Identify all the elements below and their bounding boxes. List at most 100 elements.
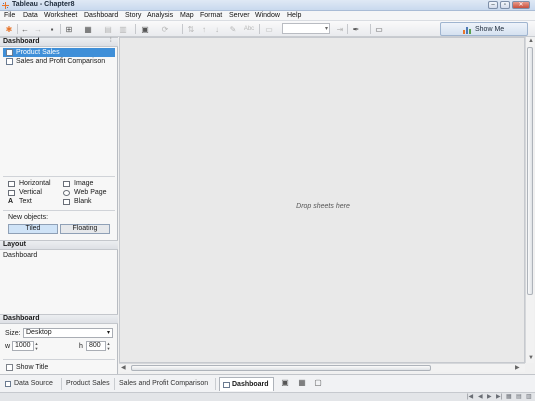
- show-title-checkbox[interactable]: [6, 364, 13, 371]
- sort-ascending-icon[interactable]: ↑: [199, 24, 209, 34]
- minimize-icon: –: [491, 2, 495, 8]
- forward-icon[interactable]: →: [33, 24, 43, 34]
- fix-axes-icon[interactable]: ⇥: [335, 24, 345, 34]
- back-icon[interactable]: ←: [20, 24, 30, 34]
- close-button[interactable]: ✕: [512, 1, 530, 9]
- object-label: Text: [19, 198, 32, 205]
- scroll-down-icon[interactable]: ▼: [528, 355, 534, 361]
- toolbar: ✱ ← → ▪ ⊞ ▦ ▤ ▥ ▣ ⟳ ⇅ ↑ ↓ ✎ Abc ▭ ▾ ⇥ ✒ …: [0, 21, 535, 37]
- restore-button[interactable]: ▫: [500, 1, 510, 9]
- dashboard-size-header: Dashboard: [0, 314, 118, 324]
- object-blank[interactable]: Blank: [63, 198, 92, 205]
- size-dropdown[interactable]: Desktop ▾: [23, 328, 113, 338]
- tabs-view-icon[interactable]: ▤: [516, 393, 522, 400]
- labels-icon[interactable]: Abc: [244, 24, 254, 34]
- next-sheet-icon[interactable]: ▶: [487, 393, 492, 400]
- panel-menu-icon[interactable]: ⁞: [110, 38, 112, 44]
- height-spinner-icon[interactable]: ▲ ▼: [106, 341, 111, 351]
- save-icon[interactable]: ▪: [47, 24, 57, 34]
- width-label: w: [5, 343, 11, 350]
- menu-data[interactable]: Data: [23, 12, 38, 19]
- tableau-start-icon[interactable]: ✱: [4, 24, 14, 34]
- dashboard-side-panel: Dashboard ⁞ Product Sales Sales and Prof…: [0, 37, 118, 374]
- sheet-item-sales-and-profit[interactable]: Sales and Profit Comparison: [3, 57, 115, 66]
- tab-dashboard-1[interactable]: Dashboard 1: [219, 377, 274, 401]
- layout-section-header: Layout: [0, 240, 118, 250]
- layout-item-dashboard[interactable]: Dashboard: [3, 252, 37, 259]
- duplicate-sheet-icon[interactable]: ▤: [103, 24, 113, 34]
- width-field[interactable]: 1000: [12, 341, 34, 351]
- presentation-mode-icon[interactable]: ▭: [374, 24, 384, 34]
- menu-worksheet[interactable]: Worksheet: [44, 12, 77, 19]
- new-worksheet-tab-icon[interactable]: ▣: [280, 377, 290, 387]
- tab-sales-and-profit[interactable]: Sales and Profit Comparison: [119, 377, 208, 391]
- bar-chart-icon: [463, 27, 471, 34]
- tiled-toggle[interactable]: Tiled: [8, 224, 58, 234]
- object-web-page[interactable]: Web Page: [63, 189, 107, 196]
- grid-view-icon[interactable]: ▥: [526, 393, 532, 400]
- new-worksheet-icon[interactable]: ▦: [83, 24, 93, 34]
- dashboard-canvas[interactable]: Drop sheets here: [119, 37, 525, 363]
- image-icon: [63, 181, 70, 187]
- fit-dropdown[interactable]: ▾: [282, 23, 330, 34]
- tab-label: Data Source: [14, 380, 53, 387]
- text-icon: A: [8, 198, 14, 205]
- horizontal-scrollbar[interactable]: ◀ ▶: [119, 363, 525, 372]
- horizontal-scroll-thumb[interactable]: [131, 365, 431, 371]
- object-text[interactable]: A Text: [8, 198, 32, 205]
- web-page-icon: [63, 190, 70, 196]
- menu-map[interactable]: Map: [180, 12, 194, 19]
- highlight-icon[interactable]: ✎: [228, 24, 238, 34]
- show-title-label: Show Title: [16, 364, 49, 371]
- dashboard-section-header: Dashboard: [0, 37, 118, 47]
- previous-sheet-icon[interactable]: ◀: [478, 393, 483, 400]
- title-bar: Tableau - Chapter8 – ▫ ✕: [0, 0, 535, 11]
- menu-window[interactable]: Window: [255, 12, 280, 19]
- window-title: Tableau - Chapter8: [12, 1, 75, 8]
- horizontal-container-icon: [8, 181, 15, 187]
- film-strip-icon[interactable]: ▦: [506, 393, 512, 400]
- menu-analysis[interactable]: Analysis: [147, 12, 173, 19]
- height-label: h: [79, 343, 83, 350]
- menu-dashboard[interactable]: Dashboard: [84, 12, 118, 19]
- menu-server[interactable]: Server: [229, 12, 250, 19]
- last-sheet-icon[interactable]: ▶|: [496, 393, 502, 400]
- show-me-button[interactable]: Show Me: [440, 22, 528, 36]
- swap-icon[interactable]: ⇅: [186, 24, 196, 34]
- width-spinner-icon[interactable]: ▲ ▼: [34, 341, 39, 351]
- scroll-up-icon[interactable]: ▲: [528, 38, 534, 44]
- scroll-right-icon[interactable]: ▶: [515, 364, 520, 371]
- close-icon: ✕: [518, 2, 524, 8]
- menu-file[interactable]: File: [4, 12, 15, 19]
- sort-descending-icon[interactable]: ↓: [212, 24, 222, 34]
- tab-data-source[interactable]: Data Source: [4, 377, 53, 391]
- menu-story[interactable]: Story: [125, 12, 141, 19]
- new-dashboard-tab-icon[interactable]: ▦: [297, 377, 307, 387]
- worksheet-icon: [6, 49, 13, 56]
- format-pen-icon[interactable]: ✒: [351, 24, 361, 34]
- pause-updates-icon[interactable]: ▣: [140, 24, 150, 34]
- blank-icon: [63, 199, 70, 205]
- object-label: Web Page: [74, 189, 107, 196]
- run-update-icon[interactable]: ⟳: [160, 24, 170, 34]
- new-data-source-icon[interactable]: ⊞: [64, 24, 74, 34]
- restore-icon: ▫: [503, 2, 507, 8]
- object-horizontal[interactable]: Horizontal: [8, 180, 51, 187]
- sheet-item-product-sales[interactable]: Product Sales: [3, 48, 115, 57]
- scroll-left-icon[interactable]: ◀: [121, 364, 126, 371]
- fit-icon[interactable]: ▭: [264, 24, 274, 34]
- object-vertical[interactable]: Vertical: [8, 189, 42, 196]
- tab-product-sales[interactable]: Product Sales: [66, 377, 110, 391]
- clear-sheet-icon[interactable]: ▥: [118, 24, 128, 34]
- floating-toggle[interactable]: Floating: [60, 224, 110, 234]
- vertical-scroll-thumb[interactable]: [527, 47, 533, 295]
- object-image[interactable]: Image: [63, 180, 93, 187]
- minimize-button[interactable]: –: [488, 1, 498, 9]
- first-sheet-icon[interactable]: |◀: [467, 393, 473, 400]
- menu-help[interactable]: Help: [287, 12, 301, 19]
- vertical-scrollbar[interactable]: ▲ ▼: [525, 37, 534, 363]
- drop-sheets-placeholder: Drop sheets here: [296, 203, 350, 210]
- new-story-tab-icon[interactable]: ▢: [313, 377, 323, 387]
- height-field[interactable]: 800: [86, 341, 106, 351]
- menu-format[interactable]: Format: [200, 12, 222, 19]
